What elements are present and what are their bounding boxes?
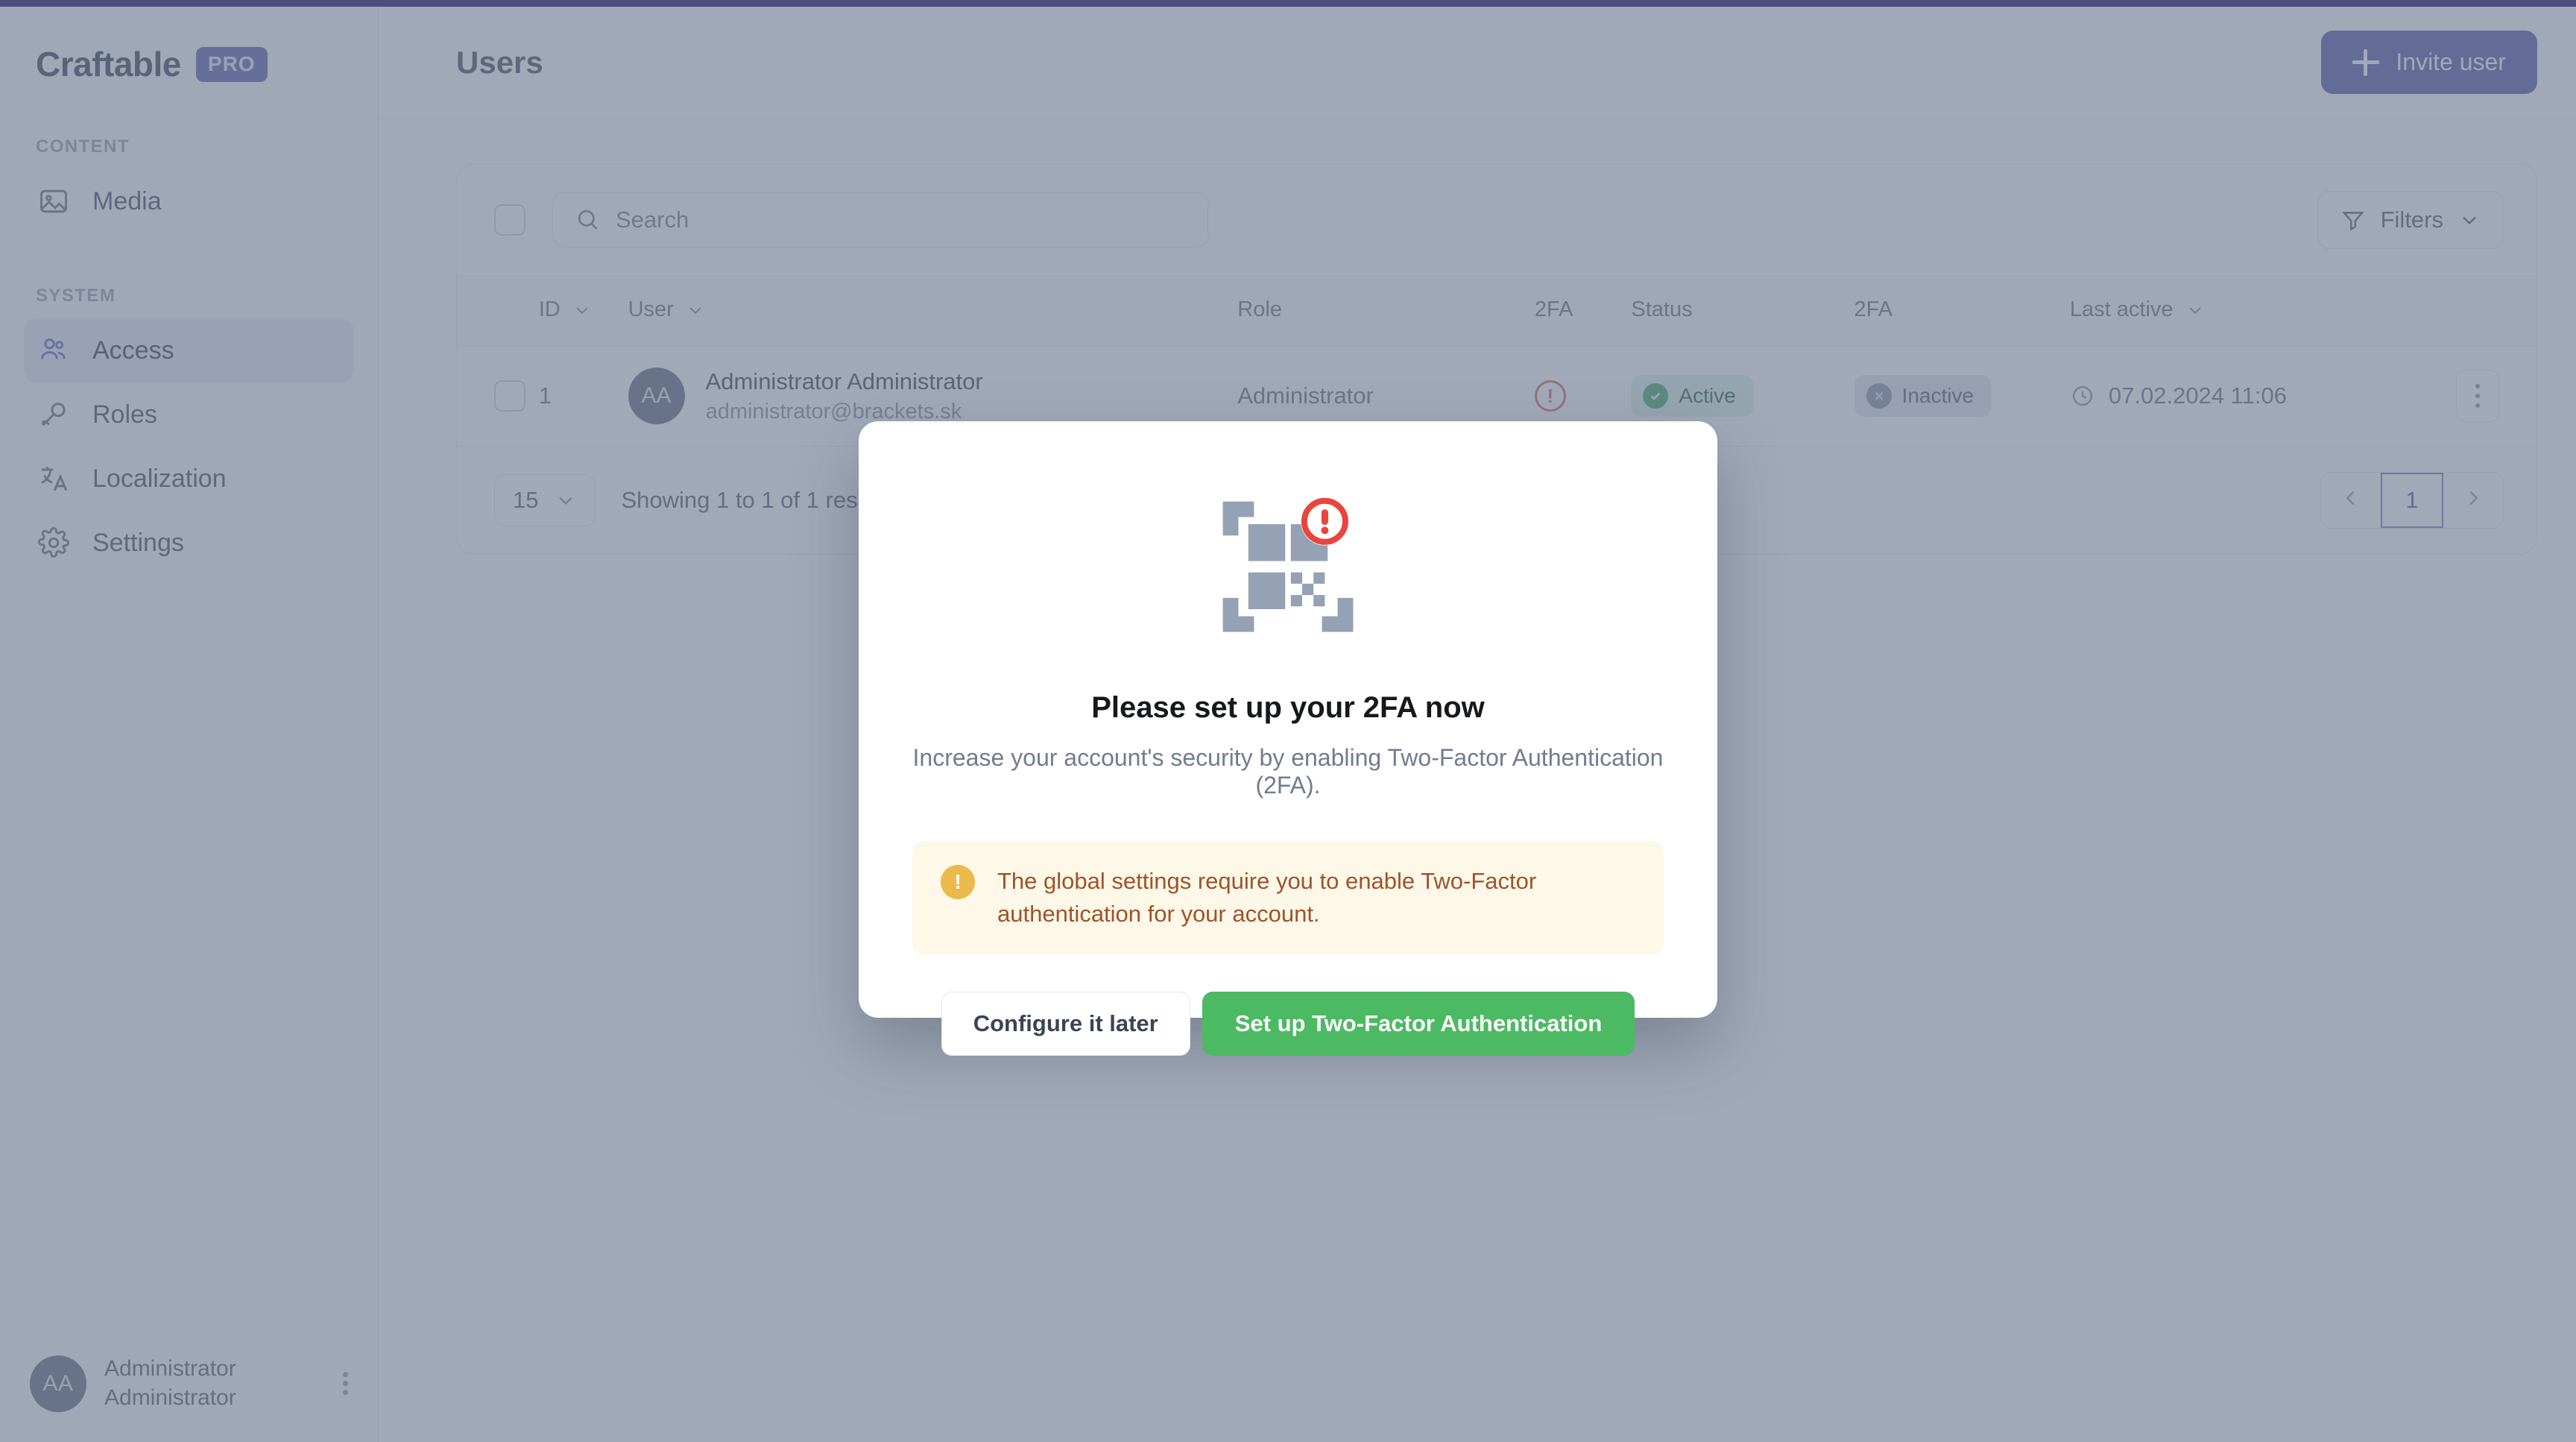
modal-alert: ! The global settings require you to ena… [912, 841, 1664, 955]
modal-overlay[interactable]: Please set up your 2FA now Increase your… [0, 0, 2576, 1442]
modal-alert-text: The global settings require you to enabl… [997, 868, 1537, 928]
twofa-setup-modal: Please set up your 2FA now Increase your… [859, 421, 1717, 1057]
qr-code-warning-icon [1217, 493, 1359, 642]
modal-actions: Configure it later Set up Two-Factor Aut… [941, 992, 1635, 1057]
modal-subtitle: Increase your account's security by enab… [912, 744, 1664, 799]
exclamation-icon: ! [941, 865, 975, 899]
modal-title: Please set up your 2FA now [1091, 691, 1485, 724]
setup-2fa-button[interactable]: Set up Two-Factor Authentication [1202, 992, 1635, 1057]
configure-later-button[interactable]: Configure it later [941, 992, 1190, 1057]
